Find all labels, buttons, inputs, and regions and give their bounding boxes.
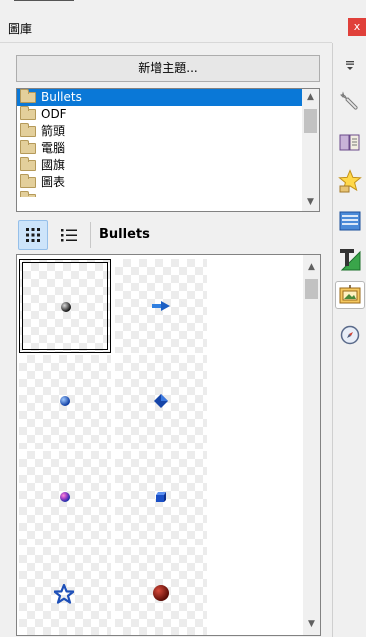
icon-view-button[interactable] bbox=[18, 220, 48, 250]
folder-icon bbox=[20, 123, 36, 137]
sidebar-tab-properties[interactable] bbox=[335, 87, 365, 115]
blue-diamond-bullet-icon bbox=[154, 394, 168, 408]
blue-cube-bullet-icon bbox=[156, 492, 166, 502]
sidebar-tab-page[interactable] bbox=[335, 245, 365, 273]
sidebar-tab-gallery-star[interactable] bbox=[335, 167, 365, 195]
window-edge-line bbox=[14, 0, 74, 1]
folder-icon bbox=[20, 89, 36, 103]
theme-item-label: 國旗 bbox=[41, 158, 66, 172]
theme-item-charts[interactable]: 圖表 bbox=[17, 174, 303, 191]
current-theme-label: Bullets bbox=[99, 227, 150, 242]
theme-item-label: 圖表 bbox=[41, 175, 66, 189]
sidebar-tab-gallery[interactable] bbox=[335, 281, 365, 309]
gallery-item[interactable] bbox=[115, 259, 207, 353]
blue-star-bullet-icon bbox=[54, 584, 74, 604]
theme-item-label: Bullets bbox=[41, 90, 82, 104]
scroll-thumb[interactable] bbox=[304, 109, 317, 133]
navigator-compass-icon bbox=[340, 325, 360, 345]
theme-item-odf[interactable]: ODF bbox=[17, 106, 303, 123]
title-divider bbox=[0, 42, 332, 43]
red-sphere-bullet-icon bbox=[153, 585, 169, 601]
sidebar-tabbar bbox=[332, 43, 366, 637]
folder-icon bbox=[20, 191, 36, 197]
theme-item-flags[interactable]: 國旗 bbox=[17, 157, 303, 174]
scroll-thumb[interactable] bbox=[305, 279, 318, 299]
scroll-up-icon[interactable]: ▲ bbox=[302, 89, 319, 106]
gallery-item[interactable] bbox=[115, 451, 207, 545]
theme-item-computers[interactable]: 電腦 bbox=[17, 140, 303, 157]
theme-item-arrows[interactable]: 箭頭 bbox=[17, 123, 303, 140]
gallery-picture-icon bbox=[339, 285, 361, 304]
blue-arrow-bullet-icon bbox=[152, 301, 170, 311]
theme-item-label: ODF bbox=[41, 107, 67, 121]
detailed-view-button[interactable] bbox=[54, 220, 84, 250]
grid-icon bbox=[26, 228, 40, 242]
sidebar-menu-button[interactable] bbox=[335, 51, 365, 79]
sidebar-tab-compass[interactable] bbox=[335, 321, 365, 349]
gallery-grid[interactable]: ▲ ▼ bbox=[16, 254, 321, 636]
panel-title: 圖庫 bbox=[8, 22, 33, 36]
gallery-item[interactable] bbox=[115, 547, 207, 635]
blue-sphere-bullet-icon bbox=[60, 396, 70, 406]
close-button[interactable]: x bbox=[348, 18, 366, 36]
scroll-up-icon[interactable]: ▲ bbox=[303, 259, 320, 276]
folder-icon bbox=[20, 157, 36, 171]
gallery-item[interactable] bbox=[19, 451, 111, 545]
view-divider bbox=[90, 222, 91, 248]
folder-icon bbox=[20, 174, 36, 188]
theme-item-label: 電腦 bbox=[41, 141, 66, 155]
gray-sphere-bullet-icon bbox=[61, 302, 71, 312]
gallery-item[interactable] bbox=[19, 259, 111, 353]
sidebar-tab-navigator[interactable] bbox=[335, 207, 365, 235]
folder-icon bbox=[20, 106, 36, 120]
theme-item-partial bbox=[17, 191, 303, 197]
theme-list-scrollbar[interactable]: ▲ ▼ bbox=[302, 89, 319, 211]
folder-icon bbox=[20, 140, 36, 154]
scroll-down-icon[interactable]: ▼ bbox=[302, 194, 319, 211]
page-icon bbox=[340, 249, 361, 271]
gallery-item[interactable] bbox=[19, 355, 111, 449]
theme-item-label: 箭頭 bbox=[41, 124, 66, 138]
styles-icon bbox=[339, 134, 360, 151]
menu-icon bbox=[346, 61, 354, 70]
list-icon bbox=[61, 229, 77, 242]
navigator-icon bbox=[339, 211, 361, 231]
pink-sphere-bullet-icon bbox=[60, 492, 70, 502]
scroll-down-icon[interactable]: ▼ bbox=[303, 616, 320, 633]
view-mode-bar: Bullets bbox=[16, 218, 332, 252]
theme-item-bullets[interactable]: Bullets bbox=[17, 89, 303, 106]
sidebar-tab-styles[interactable] bbox=[335, 129, 365, 157]
new-theme-button[interactable]: 新增主題... bbox=[16, 55, 320, 82]
gallery-scrollbar[interactable]: ▲ ▼ bbox=[303, 255, 320, 635]
gallery-item[interactable] bbox=[115, 355, 207, 449]
gallery-item[interactable] bbox=[19, 547, 111, 635]
gallery-star-icon bbox=[338, 169, 362, 193]
theme-list[interactable]: Bullets ODF 箭頭 電腦 國旗 圖表 ▲ ▼ bbox=[16, 88, 320, 212]
properties-wrench-icon bbox=[340, 91, 358, 110]
